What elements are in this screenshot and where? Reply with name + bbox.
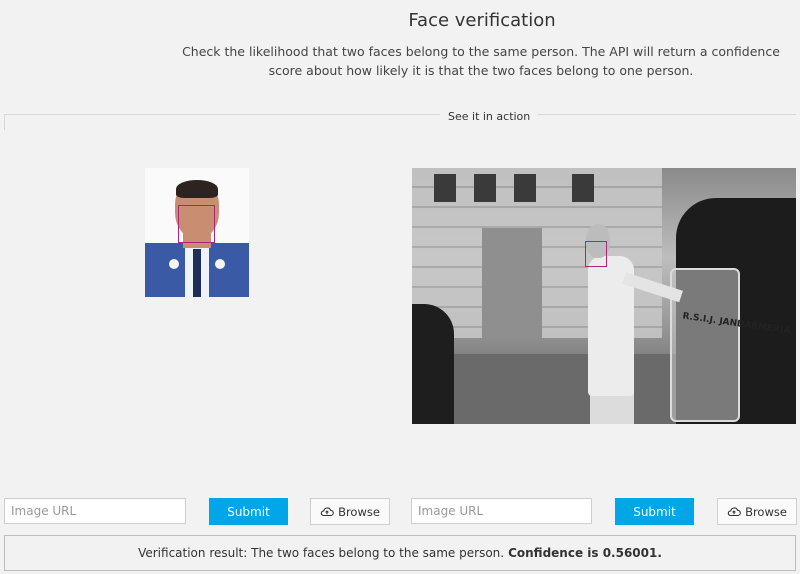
right-image-url-input[interactable] xyxy=(411,498,592,524)
page-description: Check the likelihood that two faces belo… xyxy=(182,44,780,78)
left-image-url-input[interactable] xyxy=(4,498,186,524)
see-it-in-action-label: See it in action xyxy=(440,110,539,123)
section-divider xyxy=(4,114,796,115)
left-submit-button[interactable]: Submit xyxy=(209,498,288,525)
verification-result: Verification result: The two faces belon… xyxy=(4,535,796,571)
right-face-rectangle xyxy=(585,241,607,267)
section-divider-cap xyxy=(4,114,5,130)
cloud-upload-icon xyxy=(727,507,741,517)
result-message: Verification result: The two faces belon… xyxy=(138,546,505,560)
cloud-upload-icon xyxy=(320,507,334,517)
right-submit-button[interactable]: Submit xyxy=(615,498,694,525)
left-browse-label: Browse xyxy=(338,504,380,519)
page-title: Face verification xyxy=(408,10,556,31)
left-browse-button[interactable]: Browse xyxy=(310,498,390,525)
right-browse-button[interactable]: Browse xyxy=(717,498,797,525)
right-face-image: R.S.I.J. JANDARMERIA xyxy=(412,168,796,424)
confidence-score: Confidence is 0.56001. xyxy=(508,546,662,560)
right-browse-label: Browse xyxy=(745,504,787,519)
left-face-rectangle xyxy=(178,205,215,243)
